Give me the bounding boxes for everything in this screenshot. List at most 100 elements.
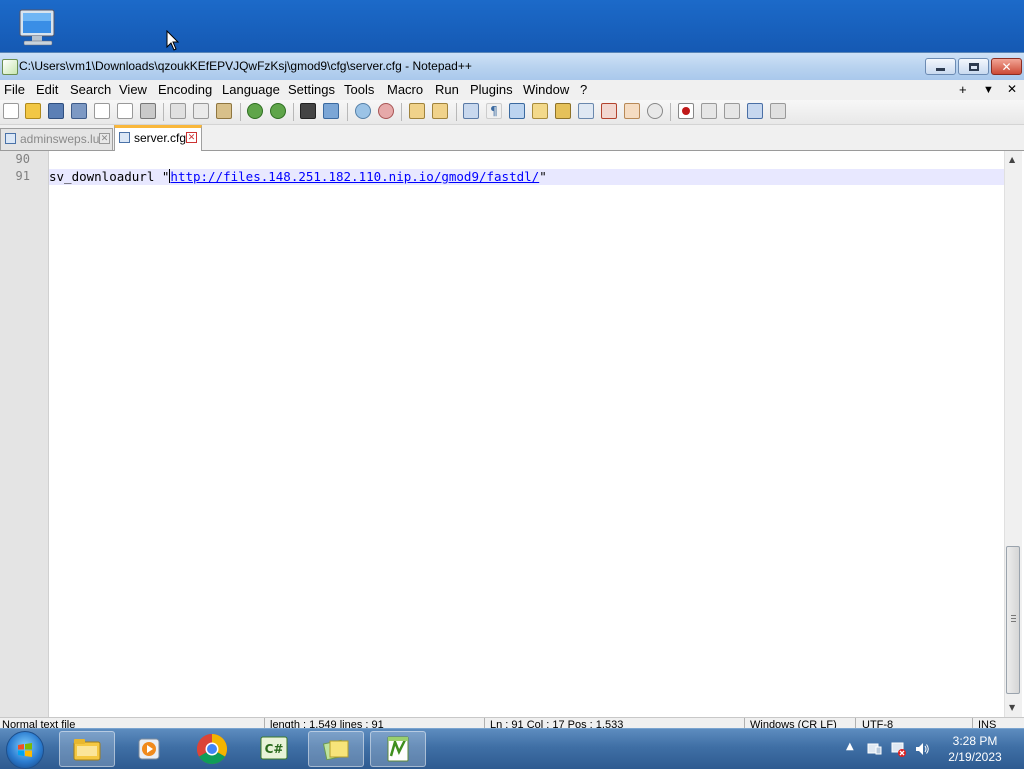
show-all-characters-icon[interactable]: ¶	[486, 103, 502, 119]
line-number-gutter: 90 91	[0, 151, 49, 717]
code-url-link[interactable]: http://files.148.251.182.110.nip.io/gmod…	[170, 169, 539, 184]
file-tab-icon	[5, 133, 16, 144]
current-code-line[interactable]: sv_downloadurl "http://files.148.251.182…	[49, 169, 1004, 185]
monitoring-icon[interactable]	[647, 103, 663, 119]
user-defined-language-icon[interactable]	[532, 103, 548, 119]
clock[interactable]: 3:28 PM 2/19/2023	[940, 733, 1010, 765]
paste-icon[interactable]	[216, 103, 232, 119]
menu-encoding[interactable]: Encoding	[158, 82, 212, 97]
zoom-out-icon[interactable]	[378, 103, 394, 119]
scroll-thumb[interactable]	[1006, 546, 1020, 694]
document-list-icon[interactable]	[578, 103, 594, 119]
file-explorer-icon	[73, 739, 101, 761]
undo-icon[interactable]	[247, 103, 263, 119]
media-player-icon	[138, 738, 160, 760]
folder-as-workspace-icon[interactable]	[624, 103, 640, 119]
code-suffix: "	[539, 169, 547, 184]
indent-guide-icon[interactable]	[509, 103, 525, 119]
menu-window[interactable]: Window	[523, 82, 569, 97]
close-file-icon[interactable]	[94, 103, 110, 119]
stop-macro-icon[interactable]	[701, 103, 717, 119]
desktop	[0, 0, 1024, 52]
taskbar-sticky-notes[interactable]	[308, 731, 364, 767]
taskbar: C# ▲ 3:28 PM 2/19/2023	[0, 728, 1024, 769]
menu-view[interactable]: View	[119, 82, 147, 97]
tab-adminsweps[interactable]: adminsweps.lua ✕	[0, 128, 113, 150]
taskbar-media-player[interactable]	[121, 731, 177, 767]
new-file-icon[interactable]	[3, 103, 19, 119]
print-icon[interactable]	[140, 103, 156, 119]
close-icon: ✕	[1001, 59, 1012, 74]
network-disconnected-icon[interactable]	[890, 741, 906, 757]
tab-bar: adminsweps.lua ✕ server.cfg ✕	[0, 125, 1024, 151]
menu-plugins[interactable]: Plugins	[470, 82, 513, 97]
function-list-icon[interactable]	[601, 103, 617, 119]
new-tab-plus-button[interactable]: +	[959, 82, 967, 97]
play-macro-icon[interactable]	[724, 103, 740, 119]
code-text: sv_downloadurl "http://files.148.251.182…	[49, 169, 547, 185]
word-wrap-icon[interactable]	[463, 103, 479, 119]
menu-tools[interactable]: Tools	[344, 82, 374, 97]
save-all-icon[interactable]	[71, 103, 87, 119]
computer-icon[interactable]	[14, 8, 62, 50]
start-button[interactable]	[6, 731, 44, 769]
save-macro-icon[interactable]	[770, 103, 786, 119]
menu-edit[interactable]: Edit	[36, 82, 58, 97]
close-all-icon[interactable]	[117, 103, 133, 119]
action-center-flag-icon[interactable]	[866, 741, 882, 757]
zoom-in-icon[interactable]	[355, 103, 371, 119]
show-hidden-icons-arrow-icon[interactable]: ▲	[846, 741, 862, 757]
replace-icon[interactable]	[323, 103, 339, 119]
tab-server-cfg[interactable]: server.cfg ✕	[114, 125, 202, 151]
menu-bar: File Edit Search View Encoding Language …	[0, 80, 1024, 100]
menu-settings[interactable]: Settings	[288, 82, 335, 97]
redo-icon[interactable]	[270, 103, 286, 119]
code-line[interactable]	[49, 153, 1004, 169]
chrome-icon	[196, 734, 228, 765]
menu-macro[interactable]: Macro	[387, 82, 423, 97]
scroll-up-arrow-icon[interactable]: ▲	[1009, 155, 1015, 164]
toolbar-separator	[347, 103, 348, 121]
tab-label: server.cfg	[134, 131, 187, 145]
minimize-button[interactable]	[925, 58, 956, 75]
toolbar-separator	[456, 103, 457, 121]
close-window-button[interactable]: ✕	[991, 58, 1022, 75]
record-macro-icon[interactable]	[678, 103, 694, 119]
open-file-icon[interactable]	[25, 103, 41, 119]
taskbar-notepadpp[interactable]	[370, 731, 426, 767]
title-bar[interactable]: C:\Users\vm1\Downloads\qzoukKEfEPVJQwFzK…	[0, 53, 1024, 80]
toolbar-separator	[670, 103, 671, 121]
maximize-button[interactable]	[958, 58, 989, 75]
taskbar-csharp-ide[interactable]: C#	[246, 731, 302, 767]
run-macro-multiple-icon[interactable]	[747, 103, 763, 119]
save-icon[interactable]	[48, 103, 64, 119]
find-icon[interactable]	[300, 103, 316, 119]
menu-run[interactable]: Run	[435, 82, 459, 97]
menu-language[interactable]: Language	[222, 82, 280, 97]
toolbar-separator	[401, 103, 402, 121]
volume-icon[interactable]	[914, 741, 930, 757]
windows-logo-icon	[18, 743, 32, 757]
taskbar-chrome[interactable]	[184, 731, 240, 767]
menu-help[interactable]: ?	[580, 82, 587, 97]
scroll-down-arrow-icon[interactable]: ▼	[1009, 703, 1015, 712]
sync-horizontal-icon[interactable]	[432, 103, 448, 119]
maximize-icon	[968, 62, 979, 71]
editor-area[interactable]: 90 91 sv_downloadurl "http://files.148.2…	[0, 151, 1024, 717]
tab-close-icon[interactable]: ✕	[186, 132, 197, 143]
cut-icon[interactable]	[170, 103, 186, 119]
tab-label: adminsweps.lua	[20, 132, 107, 146]
taskbar-file-explorer[interactable]	[59, 731, 115, 767]
menu-file[interactable]: File	[4, 82, 25, 97]
minimize-icon	[936, 68, 945, 71]
document-map-icon[interactable]	[555, 103, 571, 119]
vertical-scrollbar[interactable]: ▲ ▼	[1004, 151, 1022, 717]
tab-list-dropdown-button[interactable]: ▼	[983, 84, 994, 96]
menu-search[interactable]: Search	[70, 82, 111, 97]
tab-close-icon[interactable]: ✕	[99, 133, 110, 144]
toolbar-separator	[163, 103, 164, 121]
copy-icon[interactable]	[193, 103, 209, 119]
scroll-grip-icon	[1011, 615, 1016, 622]
close-document-button[interactable]: ✕	[1007, 82, 1017, 96]
sync-vertical-icon[interactable]	[409, 103, 425, 119]
